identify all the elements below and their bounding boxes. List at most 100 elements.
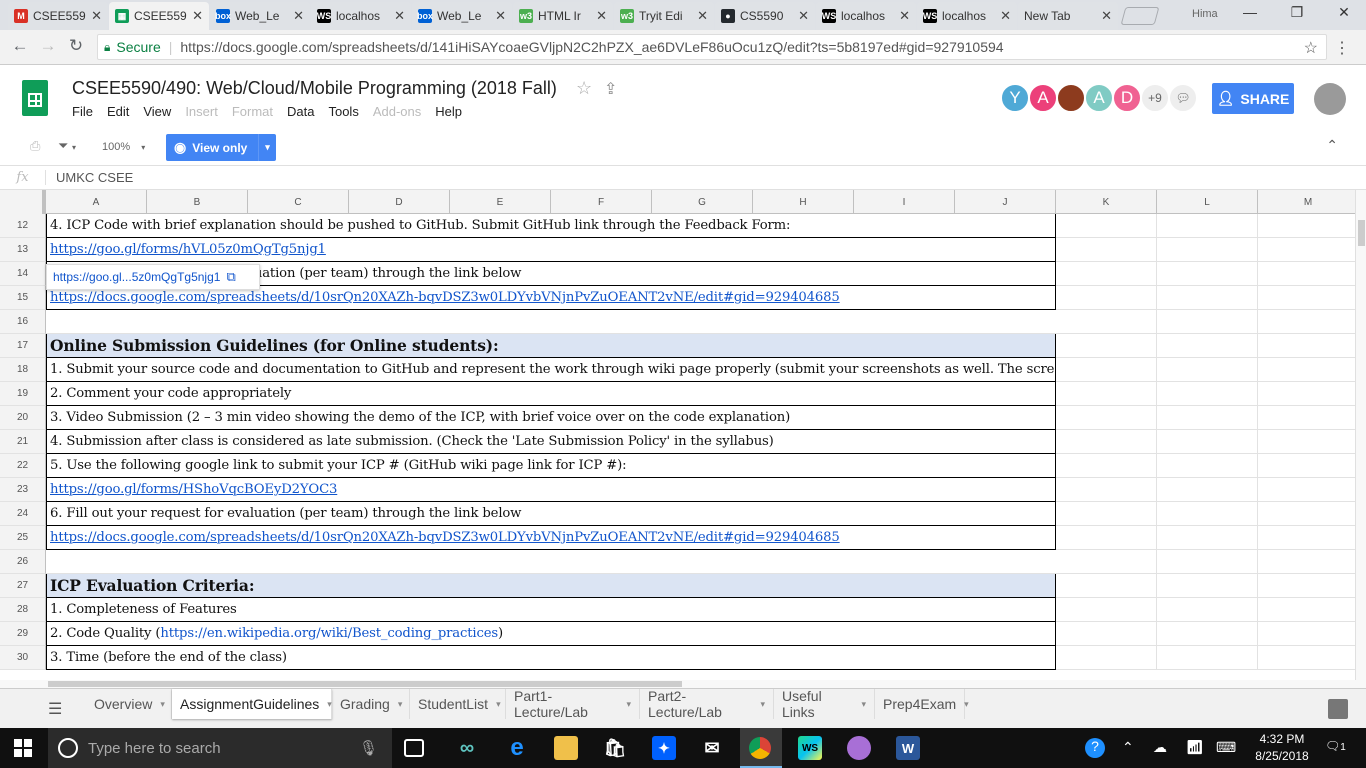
column-header[interactable]: L bbox=[1157, 190, 1258, 214]
close-tab-icon[interactable]: ✕ bbox=[293, 8, 304, 24]
url-text[interactable]: https://docs.google.com/spreadsheets/d/1… bbox=[180, 39, 1003, 55]
collapse-menu-icon[interactable]: ⌃ bbox=[1326, 137, 1338, 154]
sheet-tab[interactable]: Overview ▾ bbox=[86, 689, 172, 719]
browser-tab[interactable]: WS localhos ✕ bbox=[816, 2, 916, 30]
empty-cells[interactable] bbox=[1056, 310, 1355, 334]
row-number[interactable]: 21 bbox=[0, 430, 46, 454]
merged-cell[interactable]: https://goo.gl/forms/hVL05z0mQgTg5njg1 bbox=[46, 238, 1056, 262]
empty-cells[interactable] bbox=[1056, 526, 1355, 550]
star-document-icon[interactable]: ☆ bbox=[576, 78, 592, 99]
close-tab-icon[interactable]: ✕ bbox=[899, 8, 910, 24]
empty-cells[interactable] bbox=[1056, 454, 1355, 478]
merged-cell[interactable]: 1. Completeness of Features bbox=[46, 598, 1056, 622]
app-icon[interactable] bbox=[847, 736, 871, 760]
menu-edit[interactable]: Edit bbox=[107, 104, 129, 119]
browser-menu-icon[interactable]: ⋮ bbox=[1334, 38, 1350, 58]
show-hidden-icons-icon[interactable]: ⌃ bbox=[1122, 739, 1134, 756]
vertical-scrollbar[interactable] bbox=[1355, 190, 1366, 680]
sheet-tab[interactable]: Useful Links ▾ bbox=[774, 688, 875, 720]
row-number[interactable]: 26 bbox=[0, 550, 46, 574]
row-number[interactable]: 30 bbox=[0, 646, 46, 670]
taskbar-search-box[interactable]: Type here to search 🎙︎ bbox=[48, 728, 392, 768]
webstorm-taskbar-icon[interactable]: WS bbox=[798, 736, 822, 760]
column-header[interactable]: M bbox=[1258, 190, 1355, 214]
zoom-select[interactable]: 100% ▾ bbox=[102, 141, 145, 153]
empty-cells[interactable] bbox=[1056, 382, 1355, 406]
filter-icon[interactable]: ⏷ ▾ bbox=[58, 138, 76, 154]
row-number[interactable]: 18 bbox=[0, 358, 46, 382]
reload-icon[interactable]: ↻ bbox=[64, 36, 88, 56]
view-only-button[interactable]: ◉ View only ▾ bbox=[166, 134, 276, 161]
row-number[interactable]: 12 bbox=[0, 214, 46, 238]
merged-cell[interactable]: 2. Code Quality (https://en.wikipedia.or… bbox=[46, 622, 1056, 646]
merged-cell[interactable]: https://goo.gl/forms/HShoVqcBOEyD2YOC3 bbox=[46, 478, 1056, 502]
merged-cell[interactable]: Online Submission Guidelines (for Online… bbox=[46, 334, 1056, 358]
sheet-tab[interactable]: Part1-Lecture/Lab ▾ bbox=[506, 688, 640, 720]
more-collaborators[interactable]: +9 bbox=[1140, 83, 1170, 113]
close-tab-icon[interactable]: ✕ bbox=[1101, 8, 1112, 24]
close-window-icon[interactable]: ✕ bbox=[1334, 4, 1354, 21]
link-preview-tooltip[interactable]: https://goo.gl...5z0mQgTg5njg1 ⧉ bbox=[46, 264, 260, 290]
wifi-icon[interactable]: 📶︎ bbox=[1186, 739, 1204, 756]
notifications-icon[interactable]: 🗨︎1 bbox=[1325, 739, 1346, 753]
edge-icon[interactable]: e bbox=[505, 734, 529, 761]
empty-cells[interactable] bbox=[1056, 646, 1355, 670]
merged-cell[interactable]: 6. Fill out your request for evaluation … bbox=[46, 502, 1056, 526]
sheets-logo-icon[interactable] bbox=[22, 80, 48, 116]
word-icon[interactable]: W bbox=[896, 736, 920, 760]
onedrive-icon[interactable]: ☁ bbox=[1153, 739, 1167, 756]
cell-link[interactable]: https://goo.gl/forms/HShoVqcBOEyD2YOC3 bbox=[50, 482, 337, 497]
row-number[interactable]: 13 bbox=[0, 238, 46, 262]
forward-icon[interactable]: → bbox=[36, 36, 60, 56]
close-tab-icon[interactable]: ✕ bbox=[394, 8, 405, 24]
menu-tools[interactable]: Tools bbox=[328, 104, 358, 119]
bookmark-star-icon[interactable]: ☆ bbox=[1304, 38, 1318, 58]
cell-link[interactable]: https://docs.google.com/spreadsheets/d/1… bbox=[50, 290, 840, 305]
empty-cells[interactable] bbox=[1056, 598, 1355, 622]
sheet-tab[interactable]: Grading ▾ bbox=[332, 689, 410, 719]
empty-cells[interactable] bbox=[1056, 406, 1355, 430]
menu-add-ons[interactable]: Add-ons bbox=[373, 104, 421, 119]
row-number[interactable]: 16 bbox=[0, 310, 46, 334]
merged-cell[interactable]: 3. Time (before the end of the class) bbox=[46, 646, 1056, 670]
sheet-tab[interactable]: StudentList ▾ bbox=[410, 689, 506, 719]
column-header[interactable]: I bbox=[854, 190, 955, 214]
empty-cells[interactable] bbox=[1056, 430, 1355, 454]
collaborator-avatar[interactable] bbox=[1056, 83, 1086, 113]
explore-icon[interactable] bbox=[1328, 699, 1348, 719]
open-link-icon[interactable]: ⧉ bbox=[226, 269, 235, 285]
row-number[interactable]: 20 bbox=[0, 406, 46, 430]
browser-tab[interactable]: box Web_Le ✕ bbox=[412, 2, 512, 30]
maximize-icon[interactable]: ❐ bbox=[1287, 4, 1307, 21]
browser-tab[interactable]: New Tab ✕ bbox=[1018, 2, 1118, 30]
row-number[interactable]: 24 bbox=[0, 502, 46, 526]
move-to-folder-icon[interactable]: ⇪ bbox=[604, 79, 617, 99]
sheet-tab-menu-icon[interactable]: ▾ bbox=[160, 699, 165, 710]
menu-help[interactable]: Help bbox=[435, 104, 462, 119]
collaborator-avatar[interactable]: D bbox=[1112, 83, 1142, 113]
menu-file[interactable]: File bbox=[72, 104, 93, 119]
column-header[interactable]: J bbox=[955, 190, 1056, 214]
empty-cells[interactable] bbox=[1056, 214, 1355, 238]
account-avatar[interactable] bbox=[1314, 83, 1346, 115]
row-number[interactable]: 29 bbox=[0, 622, 46, 646]
store-icon[interactable]: 🛍︎ bbox=[603, 736, 627, 760]
merged-cell[interactable] bbox=[46, 310, 1056, 334]
column-header[interactable]: K bbox=[1056, 190, 1157, 214]
cell-link[interactable]: https://docs.google.com/spreadsheets/d/1… bbox=[50, 530, 840, 545]
collaborator-avatar[interactable]: Y bbox=[1000, 83, 1030, 113]
help-tray-icon[interactable]: ? bbox=[1085, 738, 1105, 758]
close-tab-icon[interactable]: ✕ bbox=[91, 8, 102, 24]
sheet-tab-menu-icon[interactable]: ▾ bbox=[760, 699, 765, 710]
row-number[interactable]: 14 bbox=[0, 262, 46, 286]
sheet-tab-menu-icon[interactable]: ▾ bbox=[496, 699, 501, 710]
select-all-corner[interactable] bbox=[0, 190, 46, 214]
browser-tab[interactable]: ▦ CSEE559 ✕ bbox=[109, 2, 209, 30]
minimize-icon[interactable]: — bbox=[1240, 4, 1260, 20]
collaborator-avatar[interactable]: A bbox=[1028, 83, 1058, 113]
row-number[interactable]: 23 bbox=[0, 478, 46, 502]
column-header[interactable]: A bbox=[46, 190, 147, 214]
column-header[interactable]: C bbox=[248, 190, 349, 214]
row-number[interactable]: 28 bbox=[0, 598, 46, 622]
sheet-tab-menu-icon[interactable]: ▾ bbox=[964, 699, 969, 710]
